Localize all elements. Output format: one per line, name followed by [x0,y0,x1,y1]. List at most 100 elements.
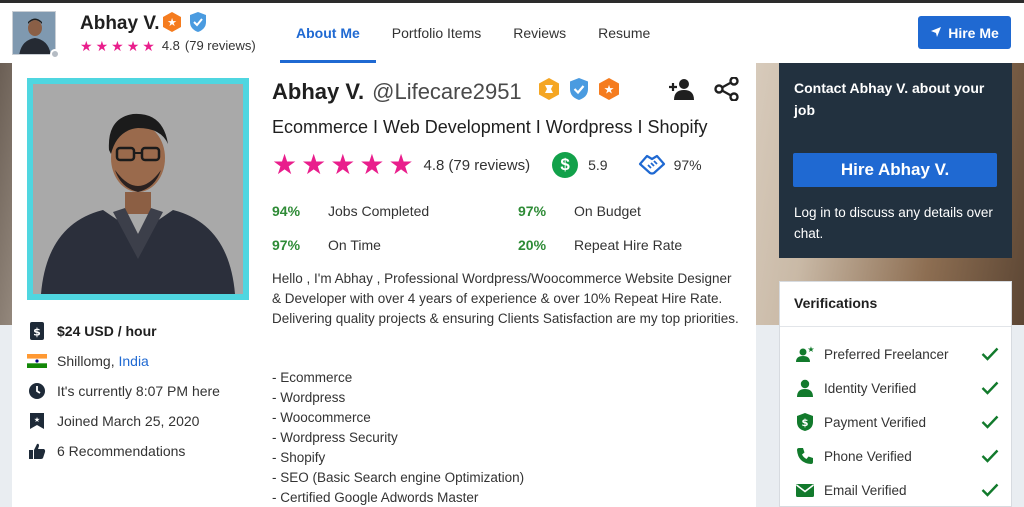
paper-plane-icon [930,25,942,41]
star-icon: ★ [388,149,414,180]
list-item: - Woocommerce [272,410,371,425]
verification-label: Email Verified [824,482,907,498]
clock-icon [27,381,47,401]
handshake-score: 97% [638,152,702,179]
contact-title: Contact Abhay V. about your job [794,80,985,118]
star-icon: ★ [272,149,298,180]
profile-card: $ $24 USD / hour Shillomg, India It's cu… [12,63,756,507]
share-icon[interactable] [714,76,740,106]
verifications-panel: Verifications ★ Preferred Freelancer Ide… [779,281,1012,507]
local-time: It's currently 8:07 PM here [27,381,257,401]
stat-on-time: 97% On Time [272,237,381,253]
hire-me-button[interactable]: Hire Me [918,16,1011,49]
phone-icon [794,447,816,465]
verified-badge-icon [568,77,590,106]
tab-reviews[interactable]: Reviews [497,3,582,63]
divider [780,326,1011,327]
star-icon: ★ [80,37,93,54]
star-icon: ★ [142,37,155,54]
tab-portfolio-items[interactable]: Portfolio Items [376,3,497,63]
header-rating: ★ ★ ★ ★ ★ 4.8 (79 reviews) [80,38,256,53]
list-item: - SEO (Basic Search engine Optimization) [272,470,525,485]
star-icon: ★ [359,149,385,180]
tab-resume[interactable]: Resume [582,3,666,63]
stat-label: Jobs Completed [328,203,430,219]
stat-pct: 97% [272,237,301,253]
city: Shillomg, [57,353,115,369]
verification-email: Email Verified [794,479,999,501]
header-rating-value: 4.8 [161,38,180,53]
location: Shillomg, India [27,351,257,371]
top-rated-badge-icon [538,77,560,106]
india-flag-icon [27,351,47,371]
stat-label: Repeat Hire Rate [574,237,683,253]
handshake-icon [638,152,666,179]
stat-label: On Budget [574,203,641,219]
thumbs-up-icon [27,441,47,461]
star-icon: ★ [95,37,109,54]
verification-label: Identity Verified [824,380,917,396]
country-link[interactable]: India [118,353,148,369]
preferred-user-icon: ★ [794,345,816,363]
svg-text:$: $ [802,418,809,429]
list-item: - Wordpress [272,390,346,405]
checkmark-icon [981,415,999,429]
profile-bio: Hello , I'm Abhay , Professional Wordpre… [272,271,739,326]
dollar-circle-icon: $ [552,152,579,178]
checkmark-icon [981,347,999,361]
envelope-icon [794,483,816,498]
preferred-badge-icon: ★ [598,77,620,106]
svg-text:★: ★ [167,16,177,29]
online-status-dot [50,49,60,59]
stat-jobs-completed: 94% Jobs Completed [272,203,429,219]
profile-name-row: Abhay V. @Lifecare2951 ★ [272,77,620,106]
handshake-score-value: 97% [673,157,702,173]
verification-identity: Identity Verified [794,377,999,399]
hourly-rate: $ $24 USD / hour [27,321,257,341]
svg-text:★: ★ [807,345,814,354]
avatar[interactable] [12,11,56,55]
rating-stars: ★ ★ ★ ★ ★ [272,151,414,179]
verification-label: Payment Verified [824,414,927,430]
stat-pct: 20% [518,237,547,253]
list-item: - Ecommerce [272,370,353,385]
checkmark-icon [981,381,999,395]
checkmark-icon [981,449,999,463]
join-date-text: Joined March 25, 2020 [57,413,200,429]
preferred-badge-icon: ★ [162,11,182,38]
verified-badge-icon [188,11,208,38]
stat-on-budget: 97% On Budget [518,203,641,219]
local-time-text: It's currently 8:07 PM here [57,383,220,399]
profile-rating-value: 4.8 [423,156,445,174]
add-user-icon[interactable] [668,77,696,106]
list-item: - Certified Google Adwords Master [272,490,479,505]
profile-tabs: About Me Portfolio Items Reviews Resume [280,3,666,63]
verifications-title: Verifications [794,295,878,311]
verification-preferred-freelancer: ★ Preferred Freelancer [794,343,999,365]
money-bill-icon: $ [27,321,47,341]
shield-dollar-icon: $ [794,412,816,432]
hourly-rate-value: $24 USD / hour [57,323,157,339]
list-item: - Wordpress Security [272,430,398,445]
svg-text:★: ★ [34,416,40,424]
profile-header: Abhay V. ★ ★ ★ ★ ★ ★ 4.8 (79 reviews) Ab… [0,3,1024,63]
recommendations: 6 Recommendations [27,441,257,461]
profile-details: $ $24 USD / hour Shillomg, India It's cu… [27,321,257,471]
verification-payment: $ Payment Verified [794,411,999,433]
hire-freelancer-button[interactable]: Hire Abhay V. [793,153,997,187]
badge-ribbon-icon: ★ [27,411,47,431]
star-icon: ★ [301,149,327,180]
login-to-chat-text: Log in to discuss any details over chat. [794,205,993,241]
profile-name: Abhay V. [272,78,365,104]
verification-label: Preferred Freelancer [824,346,949,362]
user-icon [794,379,816,397]
stat-pct: 94% [272,203,301,219]
earnings-score: $ 5.9 [552,152,608,178]
verification-phone: Phone Verified [794,445,999,467]
svg-text:$: $ [33,326,41,339]
tab-about-me[interactable]: About Me [280,3,376,63]
stat-pct: 97% [518,203,547,219]
profile-photo [33,84,243,294]
profile-photo-frame [27,78,249,300]
profile-reviews-count[interactable]: (79 reviews) [448,157,530,174]
